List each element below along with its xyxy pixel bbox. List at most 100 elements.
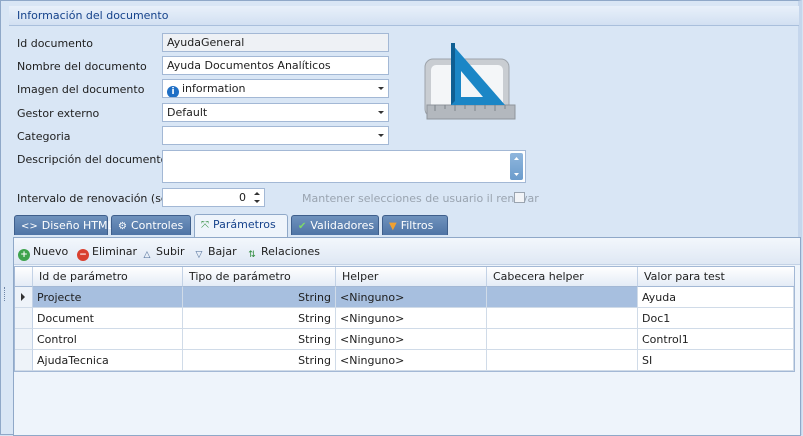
name-field[interactable]: Ayuda Documentos Analíticos bbox=[162, 56, 389, 75]
funnel-icon: ▼ bbox=[389, 221, 397, 232]
tab-validators[interactable]: ✔ Validadores bbox=[291, 215, 379, 235]
code-icon: <> bbox=[21, 221, 38, 232]
current-row-arrow-icon bbox=[21, 293, 25, 301]
category-label: Categoria bbox=[17, 130, 71, 143]
tab-filters[interactable]: ▼ Filtros bbox=[382, 215, 448, 235]
cell-helper[interactable]: <Ninguno> bbox=[336, 308, 487, 329]
description-label: Descripción del documento bbox=[17, 153, 168, 166]
column-header[interactable]: Tipo de parámetro bbox=[183, 267, 336, 287]
new-button[interactable]: + Nuevo bbox=[18, 245, 68, 261]
column-header[interactable]: Id de parámetro bbox=[33, 267, 183, 287]
spin-up-icon[interactable] bbox=[254, 192, 260, 195]
up-label: Subir bbox=[156, 245, 185, 258]
column-header[interactable]: Cabecera helper bbox=[487, 267, 638, 287]
chevron-down-icon bbox=[378, 134, 384, 137]
cell-param-type[interactable]: String bbox=[183, 287, 336, 308]
id-field[interactable]: AyudaGeneral bbox=[162, 33, 389, 52]
cell-param-type[interactable]: String bbox=[183, 308, 336, 329]
parameters-grid: Id de parámetro Tipo de parámetro Helper… bbox=[14, 266, 795, 372]
relations-label: Relaciones bbox=[261, 245, 321, 258]
tab-label: Filtros bbox=[400, 219, 434, 232]
tab-html-design[interactable]: <> Diseño HTML bbox=[14, 215, 114, 235]
cell-helper-header[interactable] bbox=[487, 329, 638, 350]
delete-label: Eliminar bbox=[92, 245, 138, 258]
relations-icon: ⇅ bbox=[248, 250, 256, 260]
group-title: Información del documento bbox=[17, 9, 169, 22]
cell-helper[interactable]: <Ninguno> bbox=[336, 350, 487, 371]
down-label: Bajar bbox=[208, 245, 237, 258]
splitter-handle[interactable] bbox=[4, 287, 7, 301]
set-square-ruler-icon bbox=[424, 43, 516, 120]
toolbar: + Nuevo − Eliminar △ Subir ▽ Bajar ⇅ Relacion… bbox=[14, 238, 800, 265]
column-header[interactable]: Helper bbox=[336, 267, 487, 287]
spin-down-icon[interactable] bbox=[254, 200, 260, 203]
interval-spinner[interactable]: 0 bbox=[162, 188, 265, 207]
parameters-panel: + Nuevo − Eliminar △ Subir ▽ Bajar ⇅ Relacion… bbox=[13, 237, 801, 436]
chevron-down-icon bbox=[378, 111, 384, 114]
tab-label: Validadores bbox=[310, 219, 375, 232]
keep-selection-label: Mantener selecciones de usuario il renov… bbox=[302, 192, 539, 205]
chevron-down-icon bbox=[378, 87, 384, 90]
info-circle-icon: i bbox=[167, 86, 179, 97]
cell-test-value[interactable]: Control1 bbox=[638, 329, 794, 350]
new-label: Nuevo bbox=[33, 245, 69, 258]
manager-value: Default bbox=[167, 106, 208, 119]
gear-icon: ⚙ bbox=[118, 221, 127, 232]
description-textarea[interactable] bbox=[162, 150, 526, 183]
plus-icon: + bbox=[18, 249, 30, 261]
table-row[interactable]: AjudaTecnica String <Ninguno> SI bbox=[15, 350, 794, 371]
name-label: Nombre del documento bbox=[17, 60, 147, 73]
tab-label: Diseño HTML bbox=[41, 219, 114, 232]
interval-label: Intervalo de renovación (sg) bbox=[17, 192, 173, 205]
cell-helper[interactable]: <Ninguno> bbox=[336, 329, 487, 350]
chevron-up-icon: △ bbox=[143, 250, 151, 260]
cell-param-id[interactable]: Document bbox=[33, 308, 183, 329]
category-dropdown[interactable] bbox=[162, 126, 389, 145]
document-window: Información del documento Id documento A… bbox=[0, 0, 802, 436]
manager-dropdown[interactable]: Default bbox=[162, 103, 389, 122]
cell-helper-header[interactable] bbox=[487, 350, 638, 371]
delete-button[interactable]: − Eliminar bbox=[77, 245, 137, 261]
check-icon: ✔ bbox=[298, 221, 307, 232]
interval-value: 0 bbox=[239, 191, 246, 204]
row-indicator bbox=[15, 329, 33, 350]
image-dropdown[interactable]: i information bbox=[162, 79, 389, 98]
tab-parameters[interactable]: ⤧ Parámetros bbox=[194, 214, 288, 237]
cell-test-value[interactable]: Ayuda bbox=[638, 287, 794, 308]
cell-helper-header[interactable] bbox=[487, 308, 638, 329]
cell-param-type[interactable]: String bbox=[183, 350, 336, 371]
table-row[interactable]: Projecte String <Ninguno> Ayuda bbox=[15, 287, 794, 308]
manager-label: Gestor externo bbox=[17, 107, 100, 120]
cell-helper-header[interactable] bbox=[487, 287, 638, 308]
table-row[interactable]: Control String <Ninguno> Control1 bbox=[15, 329, 794, 350]
chevron-down-icon: ▽ bbox=[195, 250, 203, 260]
table-row[interactable]: Document String <Ninguno> Doc1 bbox=[15, 308, 794, 329]
row-indicator bbox=[15, 287, 33, 308]
cell-test-value[interactable]: SI bbox=[638, 350, 794, 371]
cell-helper[interactable]: <Ninguno> bbox=[336, 287, 487, 308]
parameters-icon: ⤧ bbox=[201, 220, 209, 231]
image-label: Imagen del documento bbox=[17, 83, 145, 96]
group-header: Información del documento bbox=[9, 6, 799, 26]
keep-selection-checkbox[interactable] bbox=[514, 192, 525, 203]
cell-param-id[interactable]: Projecte bbox=[33, 287, 183, 308]
row-indicator bbox=[15, 308, 33, 329]
move-down-button[interactable]: ▽ Bajar bbox=[193, 245, 237, 261]
cell-test-value[interactable]: Doc1 bbox=[638, 308, 794, 329]
relations-button[interactable]: ⇅ Relaciones bbox=[246, 245, 320, 261]
cell-param-id[interactable]: AjudaTecnica bbox=[33, 350, 183, 371]
minus-icon: − bbox=[77, 249, 89, 261]
tab-label: Parámetros bbox=[213, 218, 276, 231]
tab-label: Controles bbox=[130, 219, 184, 232]
header-indicator bbox=[15, 267, 33, 287]
image-value: information bbox=[182, 82, 246, 95]
column-header[interactable]: Valor para test bbox=[638, 267, 794, 287]
scroll-arrows-icon bbox=[514, 157, 519, 176]
move-up-button[interactable]: △ Subir bbox=[141, 245, 185, 261]
cell-param-id[interactable]: Control bbox=[33, 329, 183, 350]
description-scrollbar[interactable] bbox=[510, 153, 523, 180]
row-indicator bbox=[15, 350, 33, 371]
tab-controls[interactable]: ⚙ Controles bbox=[111, 215, 191, 235]
cell-param-type[interactable]: String bbox=[183, 329, 336, 350]
id-label: Id documento bbox=[17, 37, 93, 50]
